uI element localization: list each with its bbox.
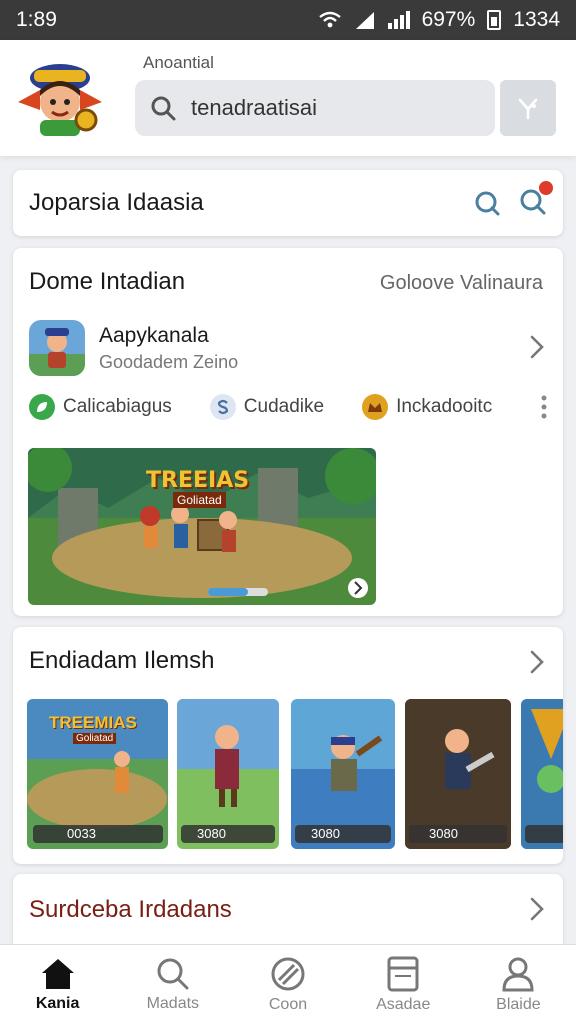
signal-bars-icon [387, 11, 410, 29]
search-bar[interactable]: tenadraatisai [135, 80, 495, 136]
section-title: Endiadam Ilemsh [29, 647, 215, 674]
document-icon [387, 956, 419, 991]
nav-label: Asadae [376, 995, 431, 1013]
section-title: Surdceba Irdadans [29, 896, 232, 923]
app-header: Anoantial tenadraatisai [0, 40, 576, 156]
game-thumbnails: TREEMIAS Goliatad 0033 3080 3080 3080 [27, 699, 563, 849]
tag-label: Cudadike [243, 396, 325, 417]
tag-item[interactable]: Calicabiagus [29, 394, 172, 420]
header-label: Anoantial [143, 53, 214, 72]
leaf-icon [29, 394, 55, 420]
chevron-right-icon[interactable] [529, 649, 545, 675]
thumbnail-caption: 3080 [311, 826, 340, 841]
app-icon[interactable] [29, 320, 85, 376]
status-bar: 1:89 697% 1334 [0, 0, 576, 40]
s-icon [209, 394, 236, 420]
game-thumbnail[interactable] [521, 699, 563, 849]
search-icon [151, 96, 176, 121]
game-thumbnail[interactable]: 3080 [291, 699, 395, 849]
nav-document[interactable]: Asadae [346, 945, 461, 1024]
search-input[interactable]: tenadraatisai [191, 95, 317, 121]
thumbnail-subtitle: Goliatad [73, 733, 117, 744]
section-games-card: Endiadam Ilemsh TREEMIAS Goliatad 0033 3… [13, 627, 563, 864]
thumbnail-caption: 3080 [429, 826, 458, 841]
status-time: 1:89 [16, 8, 57, 31]
app-name: Aapykanala [99, 324, 209, 347]
home-icon [41, 958, 74, 989]
tag-item[interactable]: Inckadooitc [362, 394, 492, 420]
tag-label: Calicabiagus [63, 396, 172, 417]
banner-subtitle: Goliatad [173, 492, 226, 508]
filter-button[interactable] [500, 80, 556, 136]
battery-icon [487, 10, 502, 30]
more-options-icon[interactable] [541, 395, 547, 419]
featured-right-link[interactable]: Goloove Valinaura [380, 272, 543, 295]
game-thumbnail[interactable]: 3080 [177, 699, 279, 849]
status-icons: 697% 1334 [318, 8, 560, 32]
bottom-navigation: Kania Madats Coon Asadae Blaide [0, 944, 576, 1024]
chevron-right-icon[interactable] [529, 334, 545, 360]
disc-icon [271, 957, 305, 990]
game-thumbnail[interactable]: 3080 [405, 699, 511, 849]
search-icon[interactable] [473, 189, 501, 217]
app-logo[interactable] [16, 60, 104, 138]
tag-row: Calicabiagus Cudadike Inckadooitc [29, 394, 547, 420]
nav-label: Blaide [496, 995, 541, 1013]
cell-signal-icon [355, 12, 374, 29]
nav-profile[interactable]: Blaide [461, 945, 576, 1024]
status-clock: 1334 [513, 8, 560, 31]
featured-card: Dome Intadian Goloove Valinaura Aapykana… [13, 248, 563, 616]
battery-percent: 697% [421, 8, 476, 31]
wifi-icon [318, 11, 341, 28]
app-subtitle: Goodadem Zeino [99, 352, 239, 372]
thumbnail-caption: 3080 [197, 826, 226, 841]
filter-icon [518, 98, 538, 120]
search-icon [157, 958, 189, 989]
nav-label: Kania [35, 994, 80, 1012]
crown-icon [362, 394, 389, 420]
notification-button[interactable] [519, 180, 553, 220]
title-bar-text: Joparsia Idaasia [29, 189, 204, 216]
thumbnail-title: TREEMIAS [49, 713, 137, 732]
nav-label: Coon [268, 995, 308, 1013]
thumbnail-caption: 0033 [67, 826, 96, 841]
nav-disc[interactable]: Coon [230, 945, 345, 1024]
nav-search[interactable]: Madats [115, 945, 230, 1024]
featured-banner[interactable]: TREEIAS Goliatad [28, 448, 376, 605]
game-thumbnail[interactable]: TREEMIAS Goliatad 0033 [27, 699, 168, 849]
tag-item[interactable]: Cudadike [209, 394, 325, 420]
notification-badge [539, 180, 553, 195]
profile-icon [502, 957, 534, 991]
nav-label: Madats [146, 994, 200, 1012]
nav-home[interactable]: Kania [0, 945, 115, 1024]
title-bar-card: Joparsia Idaasia [13, 170, 563, 236]
featured-title: Dome Intadian [29, 268, 186, 295]
chevron-right-icon[interactable] [529, 896, 545, 922]
tag-label: Inckadooitc [396, 396, 493, 417]
banner-title: TREEIAS [146, 468, 250, 493]
